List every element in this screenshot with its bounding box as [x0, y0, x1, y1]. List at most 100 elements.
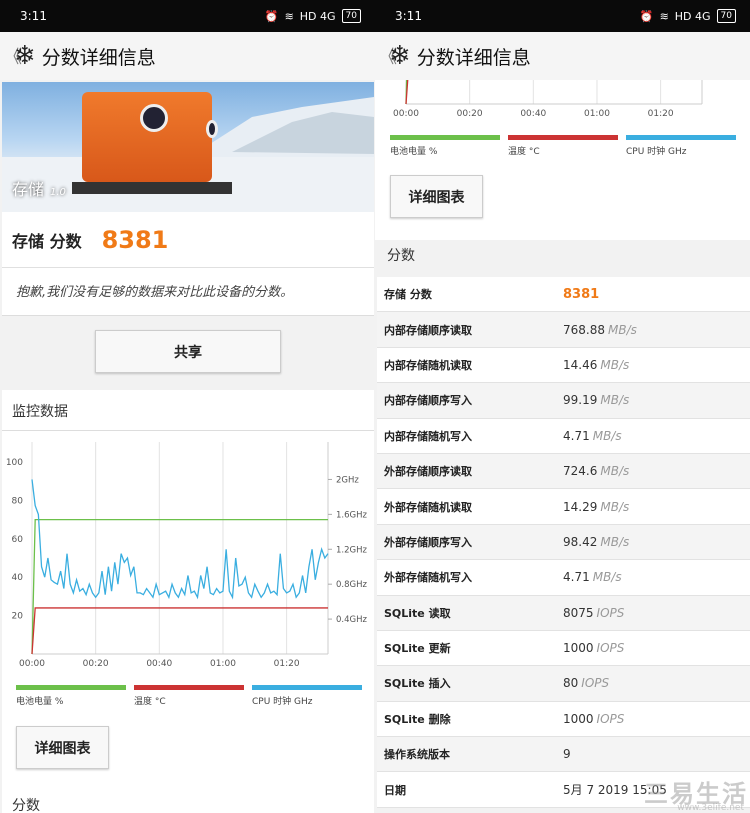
row-value: 80 IOPS	[563, 676, 610, 691]
status-bar: 3:11 ⏰ ≋ HD 4G 70	[0, 0, 375, 32]
x-tick-label: 00:20	[83, 659, 109, 669]
y-left-tick-label: 60	[12, 535, 24, 545]
legend-label: 电池电量 %	[390, 147, 438, 157]
legend-label: 电池电量 %	[16, 697, 64, 707]
x-tick-label: 01:00	[584, 109, 610, 119]
alarm-icon: ⏰	[639, 9, 654, 23]
monitor-title: 监控数据	[12, 404, 68, 420]
row-name: SQLite 删除	[384, 712, 451, 726]
row-value: 99.19 MB/s	[563, 393, 630, 408]
share-button[interactable]: 共享	[95, 330, 281, 373]
legend-swatch	[252, 685, 362, 690]
legend-swatch	[508, 135, 618, 140]
series-line-0	[405, 80, 408, 105]
x-tick-label: 00:40	[520, 109, 546, 119]
orange-cabin-illustration	[82, 92, 218, 182]
legend-label: CPU 时钟 GHz	[252, 697, 313, 707]
snowflake-logo-icon[interactable]: ❄	[14, 43, 36, 69]
x-tick-label: 00:40	[146, 659, 172, 669]
y-right-tick-label: 1.2GHz	[336, 545, 367, 555]
row-value: 14.46 MB/s	[563, 357, 630, 372]
row-value: 768.88 MB/s	[563, 322, 637, 337]
legend-item: 温度 °C	[134, 685, 244, 707]
x-tick-label: 00:00	[19, 659, 45, 669]
page-title: 分数详细信息	[41, 46, 156, 69]
score-label: 存储 分数	[12, 231, 82, 251]
legend-item: 电池电量 %	[390, 135, 500, 157]
page-title: 分数详细信息	[416, 46, 531, 69]
row-name: 外部存储顺序读取	[384, 465, 472, 479]
wifi-icon: ≋	[284, 9, 294, 23]
y-right-tick-label: 1.6GHz	[336, 510, 367, 520]
back-chevron-icon[interactable]: 《	[4, 43, 22, 69]
row-value: 98.42 MB/s	[563, 534, 630, 549]
row-name: SQLite 更新	[384, 642, 451, 656]
legend-swatch	[626, 135, 736, 140]
app-bar: 《 ❄ 分数详细信息	[0, 32, 375, 80]
table-row: 外部存储顺序写入 98.42 MB/s	[377, 524, 750, 561]
status-icons: ⏰ ≋ HD 4G 70	[265, 9, 361, 23]
status-time: 3:11	[20, 9, 47, 23]
status-bar: 3:11 ⏰ ≋ HD 4G 70	[375, 0, 750, 32]
x-tick-label: 00:20	[457, 109, 483, 119]
x-tick-label: 01:00	[210, 659, 236, 669]
table-row: 外部存储顺序读取 724.6 MB/s	[377, 453, 750, 490]
hero-label: 存储 1.0	[12, 176, 66, 200]
row-value: 4.71 MB/s	[563, 428, 622, 443]
table-row: 内部存储随机读取 14.46 MB/s	[377, 347, 750, 384]
y-left-tick-label: 80	[12, 496, 24, 506]
back-chevron-icon[interactable]: 《	[379, 43, 397, 69]
row-unit: MB/s	[600, 464, 630, 479]
table-row: 外部存储随机读取 14.29 MB/s	[377, 489, 750, 525]
y-right-tick-label: 2GHz	[336, 475, 359, 485]
monitor-card: 监控数据 00:00 00:20 00:40 01:00 01:20 100 80 60 40 2…	[2, 390, 374, 813]
y-right-tick-label: 0.8GHz	[336, 580, 367, 590]
row-unit: IOPS	[596, 711, 625, 726]
divider	[2, 430, 374, 431]
row-value: 4.71 MB/s	[563, 570, 622, 585]
score-section-title: 分数	[387, 248, 415, 264]
row-unit: MB/s	[600, 534, 630, 549]
sled-base	[72, 182, 232, 194]
right-screen: 3:11 ⏰ ≋ HD 4G 70 《 ❄ 分数详细信息 00:00 00:20 0…	[375, 0, 750, 813]
legend-item: 电池电量 %	[16, 685, 126, 707]
table-row: SQLite 更新 1000 IOPS	[377, 630, 750, 667]
row-name: 内部存储顺序读取	[384, 323, 472, 337]
snowflake-logo-icon[interactable]: ❄	[389, 43, 411, 69]
score-table: 存储 分数 8381 内部存储顺序读取 768.88 MB/s 内部存储随机读取 14.46…	[377, 277, 750, 808]
legend-label: CPU 时钟 GHz	[626, 147, 687, 157]
legend-swatch	[16, 685, 126, 690]
row-value: 8381	[563, 286, 600, 302]
legend-swatch	[390, 135, 500, 140]
row-value: 8075 IOPS	[563, 605, 625, 620]
row-name: SQLite 读取	[384, 606, 451, 620]
row-name: 内部存储顺序写入	[384, 394, 472, 408]
status-time: 3:11	[395, 9, 422, 23]
left-screen: 3:11 ⏰ ≋ HD 4G 70 《 ❄ 分数详细信息 存储 1.0 存储 分数	[0, 0, 375, 813]
monitor-chart: 00:00 00:20 00:40 01:00 01:20 100 80 60 40 20 2GHz…	[6, 442, 367, 669]
row-name: 日期	[384, 783, 406, 797]
legend-label: 温度 °C	[134, 697, 166, 707]
legend-swatch	[134, 685, 244, 690]
detail-chart-button[interactable]: 详细图表	[16, 726, 109, 769]
row-name: 存储 分数	[384, 288, 432, 302]
series-line-1	[405, 80, 409, 105]
watermark-url: www.3elife.net	[677, 803, 744, 813]
battery-icon: 70	[716, 9, 736, 23]
row-name: 内部存储随机写入	[384, 429, 472, 443]
table-row: SQLite 删除 1000 IOPS	[377, 701, 750, 738]
table-row: 内部存储顺序写入 99.19 MB/s	[377, 383, 750, 419]
score-row: 存储 分数 8381	[2, 212, 374, 268]
scrolled-content: 00:00 00:20 00:40 01:00 01:20 电池电量 % 温度 °C CPU…	[375, 80, 750, 813]
legend-item: 温度 °C	[508, 135, 618, 157]
row-name: SQLite 插入	[384, 677, 451, 691]
row-unit: IOPS	[581, 676, 610, 691]
network-indicator: HD 4G	[674, 9, 711, 23]
row-value: 9	[563, 747, 571, 762]
cabin-window	[206, 120, 218, 138]
y-right-tick-label: 0.4GHz	[336, 615, 367, 625]
detail-chart-button[interactable]: 详细图表	[390, 175, 483, 218]
battery-icon: 70	[341, 9, 361, 23]
alarm-icon: ⏰	[264, 9, 279, 23]
no-comparison-note: 抱歉,我们没有足够的数据来对比此设备的分数。	[16, 285, 294, 300]
